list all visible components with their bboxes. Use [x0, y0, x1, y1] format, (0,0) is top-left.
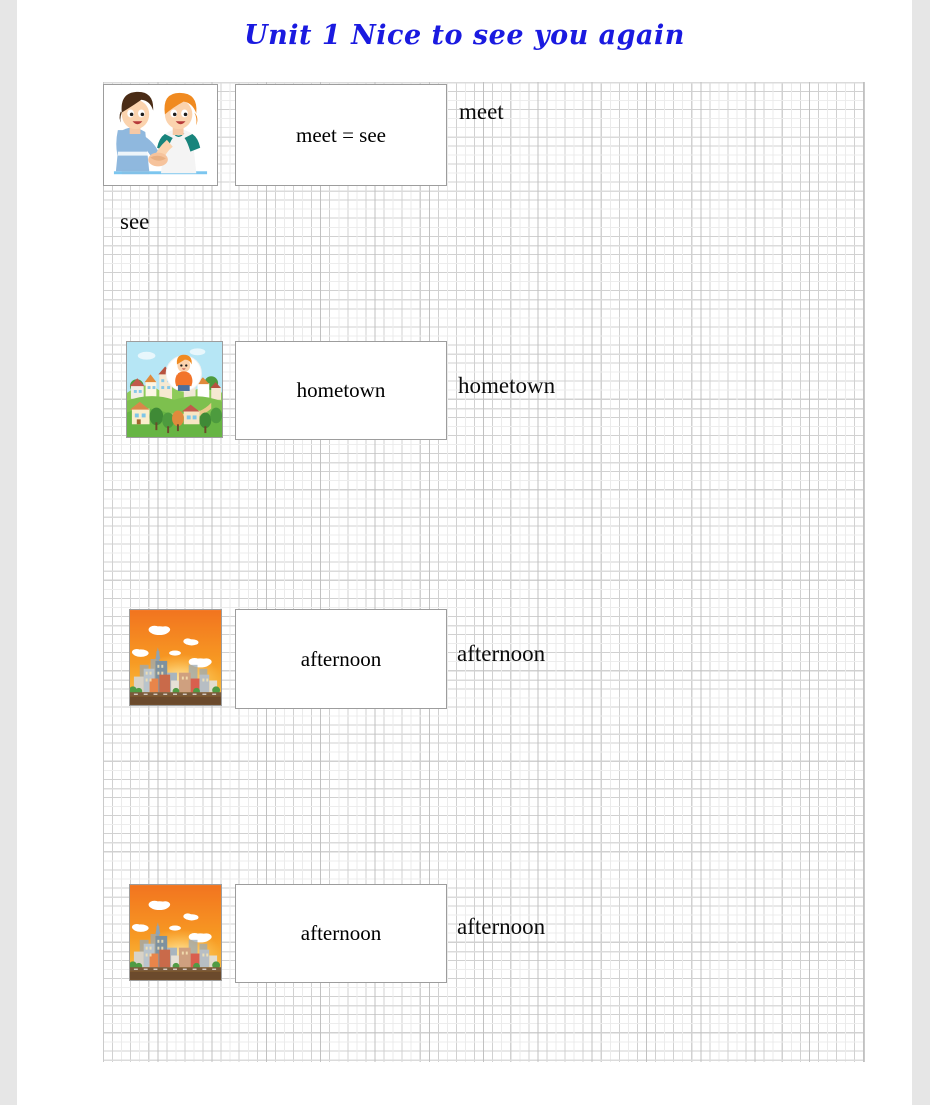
- word-card-1-label: meet = see: [296, 122, 386, 147]
- answer-3: afternoon: [457, 641, 546, 666]
- afternoon-city-sunset-illustration: [130, 885, 221, 980]
- two-boys-shaking-hands-illustration: [104, 85, 217, 185]
- word-card-1: meet = see: [235, 84, 447, 186]
- word-card-2-label: hometown: [296, 378, 386, 402]
- list-item-image-3: [129, 609, 222, 706]
- word-card-2: hometown: [235, 341, 447, 440]
- answer-1: meet: [459, 99, 504, 124]
- list-item-image-2: [126, 341, 223, 438]
- afternoon-city-sunset-illustration: [130, 610, 221, 705]
- hometown-village-illustration: [127, 342, 222, 437]
- worksheet-content: meet = see meet see hometown hometown af…: [17, 0, 912, 1105]
- answer-4: afternoon: [457, 914, 546, 939]
- list-item-image-4: [129, 884, 222, 981]
- word-card-3: afternoon: [235, 609, 447, 709]
- answer-2: hometown: [458, 373, 556, 398]
- word-card-4-label: afternoon: [300, 921, 382, 945]
- list-item-image-1: [103, 84, 218, 186]
- word-card-4: afternoon: [235, 884, 447, 983]
- word-card-3-label: afternoon: [300, 646, 382, 671]
- answer-1b: see: [120, 209, 150, 234]
- worksheet-page: Unit 1 Nice to see you again meet = see …: [17, 0, 912, 1105]
